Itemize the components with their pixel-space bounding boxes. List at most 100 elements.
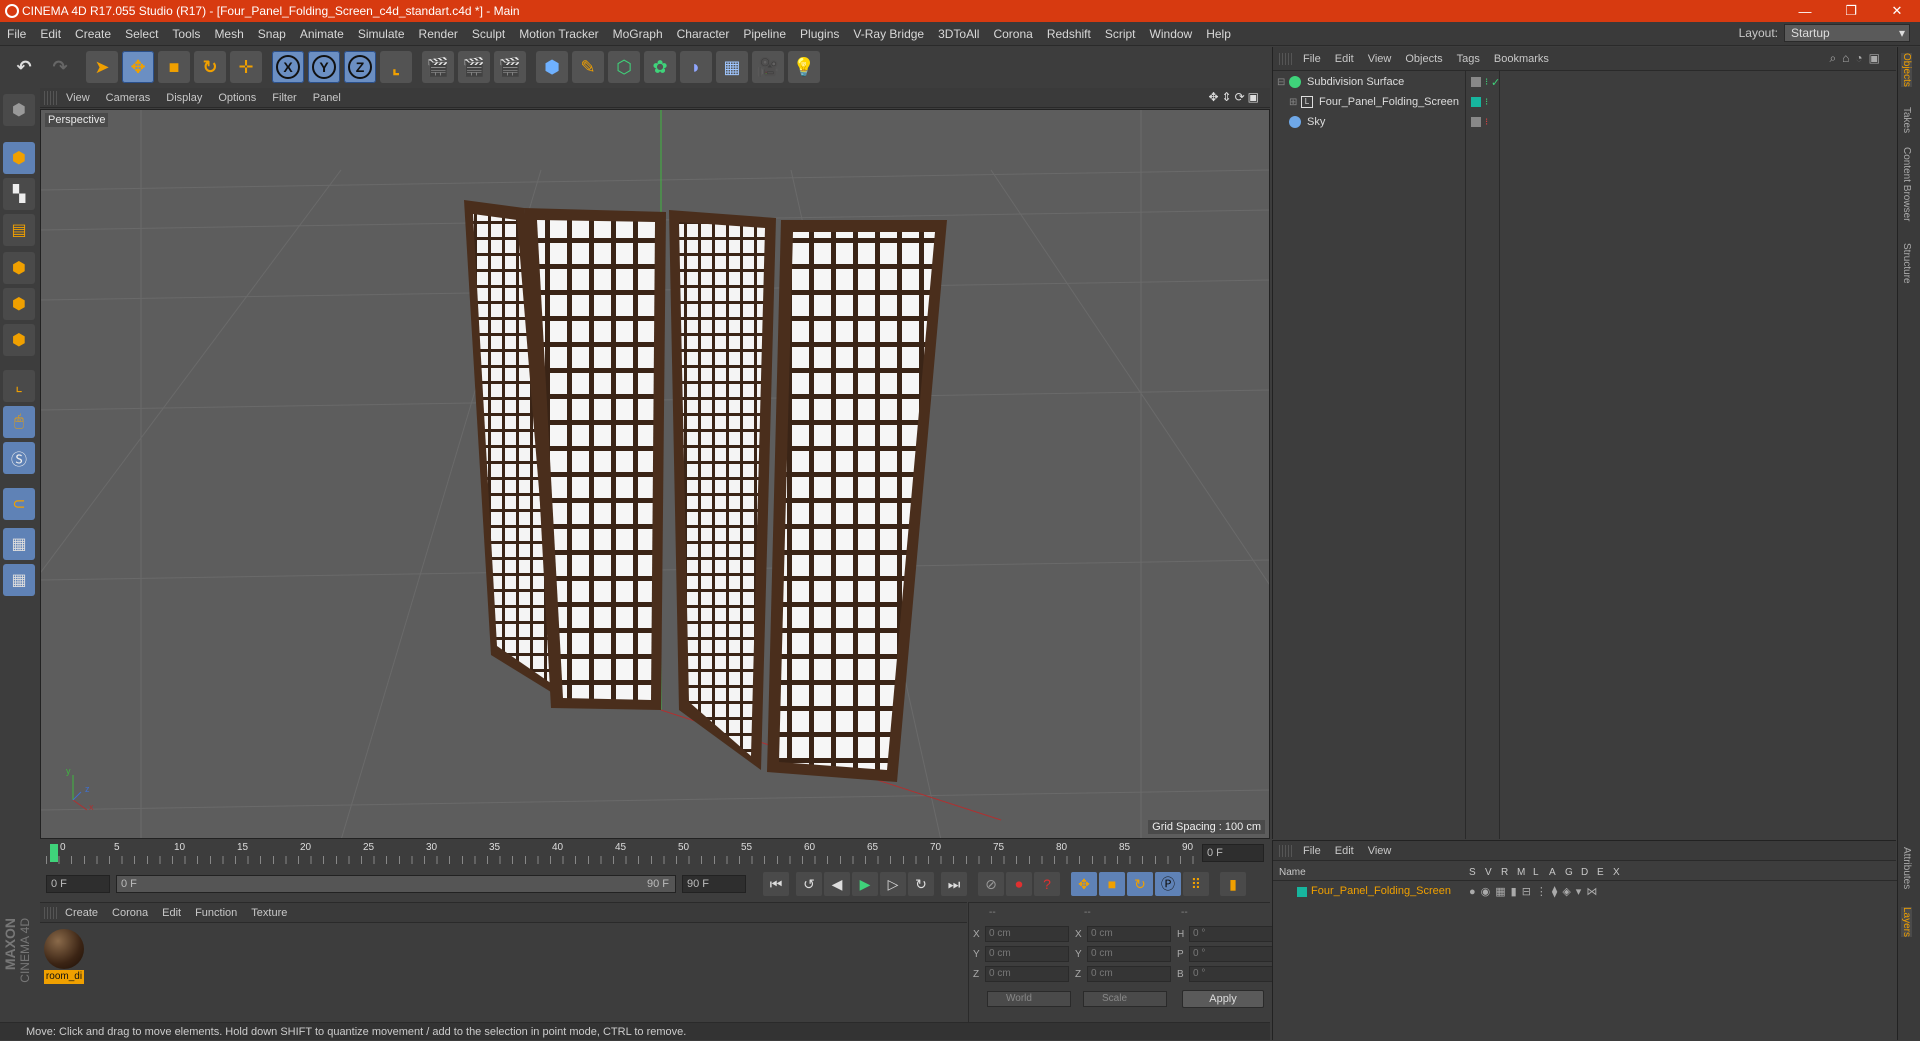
layout-dropdown[interactable]: Startup [1784,24,1910,42]
move-tool-button[interactable]: ✥ [122,51,154,83]
object-name[interactable]: Four_Panel_Folding_Screen [1319,96,1459,108]
objects-menu-view[interactable]: View [1361,53,1399,65]
play-button[interactable]: ▶ [852,872,878,896]
menu-mesh[interactable]: Mesh [207,27,250,41]
add-mograph-button[interactable]: ✿ [644,51,676,83]
key-scale-button[interactable]: ■ [1099,872,1125,896]
key-position-button[interactable]: ✥ [1071,872,1097,896]
minimize-button[interactable]: — [1782,0,1828,22]
menu-motion-tracker[interactable]: Motion Tracker [512,27,605,41]
rotation-h-field[interactable]: 0 ° [1189,926,1273,942]
last-tool-button[interactable]: ✛ [230,51,262,83]
objects-menu-edit[interactable]: Edit [1328,53,1361,65]
layer-col-a[interactable]: A [1549,867,1556,878]
apply-button[interactable]: Apply [1182,990,1264,1008]
render-picture-viewer-button[interactable]: 🎬 [458,51,490,83]
tweak-mode-button[interactable]: 🖱 [3,406,35,438]
menu-tools[interactable]: Tools [165,27,207,41]
object-name[interactable]: Subdivision Surface [1307,76,1404,88]
size-z-field[interactable]: 0 cm [1087,966,1171,982]
object-row-folding-screen[interactable]: ⊞ L Four_Panel_Folding_Screen ⁝ [1273,93,1897,111]
layer-col-d[interactable]: D [1581,867,1588,878]
layer-col-r[interactable]: R [1501,867,1508,878]
timeline-ruler[interactable]: 0 5 10 15 20 25 30 35 40 45 50 55 60 65 … [40,840,1270,866]
menu-vray-bridge[interactable]: V-Ray Bridge [846,27,931,41]
objects-menu-tags[interactable]: Tags [1450,53,1487,65]
layer-col-s[interactable]: S [1469,867,1476,878]
workplane-mode-button[interactable]: ▤ [3,214,35,246]
rotation-p-field[interactable]: 0 ° [1189,946,1273,962]
layer-color-icon[interactable] [1471,97,1481,107]
tab-attributes[interactable]: Attributes [1901,847,1912,889]
add-camera-button[interactable]: 🎥 [752,51,784,83]
layer-color-swatch[interactable] [1297,887,1307,897]
menu-plugins[interactable]: Plugins [793,27,846,41]
frame-range-slider[interactable]: 0 F 90 F [116,875,676,893]
material-menu-corona[interactable]: Corona [105,907,155,919]
viewport-menu-filter[interactable]: Filter [264,92,304,104]
end-frame-field[interactable]: 90 F [682,875,746,893]
layer-toggle-icons[interactable]: ●◉▦▮⊟⋮⧫◈▾⋈ [1469,885,1602,898]
material-menu-function[interactable]: Function [188,907,244,919]
go-to-start-button[interactable]: ⏮ [763,872,789,896]
playhead-marker[interactable] [50,844,58,862]
close-button[interactable]: ✕ [1874,0,1920,22]
undo-button[interactable]: ↶ [8,51,40,83]
layer-col-name[interactable]: Name [1279,867,1306,878]
next-key-button[interactable]: ↻ [908,872,934,896]
visibility-dots-icon[interactable]: ⁝ [1485,117,1488,128]
tab-content-browser[interactable]: Content Browser [1901,147,1912,221]
grid-snap-button[interactable]: ▦ [3,564,35,596]
viewport-menu-view[interactable]: View [58,92,98,104]
restore-button[interactable]: ❐ [1828,0,1874,22]
magnet-button[interactable]: ⊂ [3,488,35,520]
add-cube-button[interactable]: ⬢ [536,51,568,83]
motion-record-button[interactable]: ⊘ [978,872,1004,896]
tab-objects[interactable]: Objects [1901,53,1912,87]
menu-select[interactable]: Select [118,27,165,41]
object-manager-tools-icons[interactable]: ⌕⌂◔▣ [1829,51,1886,66]
make-editable-button[interactable]: ⬢ [3,94,35,126]
step-forward-button[interactable]: ▷ [880,872,906,896]
menu-create[interactable]: Create [68,27,118,41]
position-x-field[interactable]: 0 cm [985,926,1069,942]
menu-help[interactable]: Help [1199,27,1238,41]
record-button[interactable]: ⏺ [1006,872,1032,896]
viewport-menu-cameras[interactable]: Cameras [98,92,159,104]
viewport-menu-options[interactable]: Options [210,92,264,104]
z-axis-button[interactable]: Z [344,51,376,83]
tab-layers[interactable]: Layers [1901,907,1912,938]
rotate-tool-button[interactable]: ↻ [194,51,226,83]
coordinate-system-button[interactable]: ⌞ [380,51,412,83]
coord-scale-dropdown[interactable]: Scale [1083,991,1167,1007]
add-deformer-button[interactable]: ◗ [680,51,712,83]
model-mode-button[interactable]: ⬢ [3,142,35,174]
layers-menu-edit[interactable]: Edit [1328,845,1361,857]
position-z-field[interactable]: 0 cm [985,966,1069,982]
add-floor-button[interactable]: ▦ [716,51,748,83]
render-settings-button[interactable]: 🎬 [494,51,526,83]
menu-character[interactable]: Character [670,27,737,41]
viewport-nav-icons[interactable]: ✥⇕⟳▣ [1208,90,1262,104]
object-name[interactable]: Sky [1307,116,1325,128]
y-axis-button[interactable]: Y [308,51,340,83]
menu-corona[interactable]: Corona [986,27,1039,41]
axis-mode-button[interactable]: ⌞ [3,370,35,402]
viewport-perspective[interactable]: Perspective y z x Grid Spacing : 100 cm [40,109,1270,839]
points-mode-button[interactable]: ⬢ [3,252,35,284]
autokey-button[interactable]: ? [1034,872,1060,896]
rotation-b-field[interactable]: 0 ° [1189,966,1273,982]
live-selection-button[interactable]: ➤ [86,51,118,83]
add-subdivision-button[interactable]: ⬡ [608,51,640,83]
menu-render[interactable]: Render [412,27,465,41]
layer-row[interactable]: Four_Panel_Folding_Screen ●◉▦▮⊟⋮⧫◈▾⋈ [1273,883,1897,901]
layer-name[interactable]: Four_Panel_Folding_Screen [1311,885,1451,897]
lock-workplane-button[interactable]: ▦ [3,528,35,560]
size-y-field[interactable]: 0 cm [1087,946,1171,962]
scale-tool-button[interactable]: ■ [158,51,190,83]
timeline-window-button[interactable]: ▮ [1220,872,1246,896]
prev-key-button[interactable]: ↺ [796,872,822,896]
current-frame-field[interactable]: 0 F [1202,844,1264,862]
menu-animate[interactable]: Animate [293,27,351,41]
enabled-check-icon[interactable]: ✓ [1491,76,1500,89]
